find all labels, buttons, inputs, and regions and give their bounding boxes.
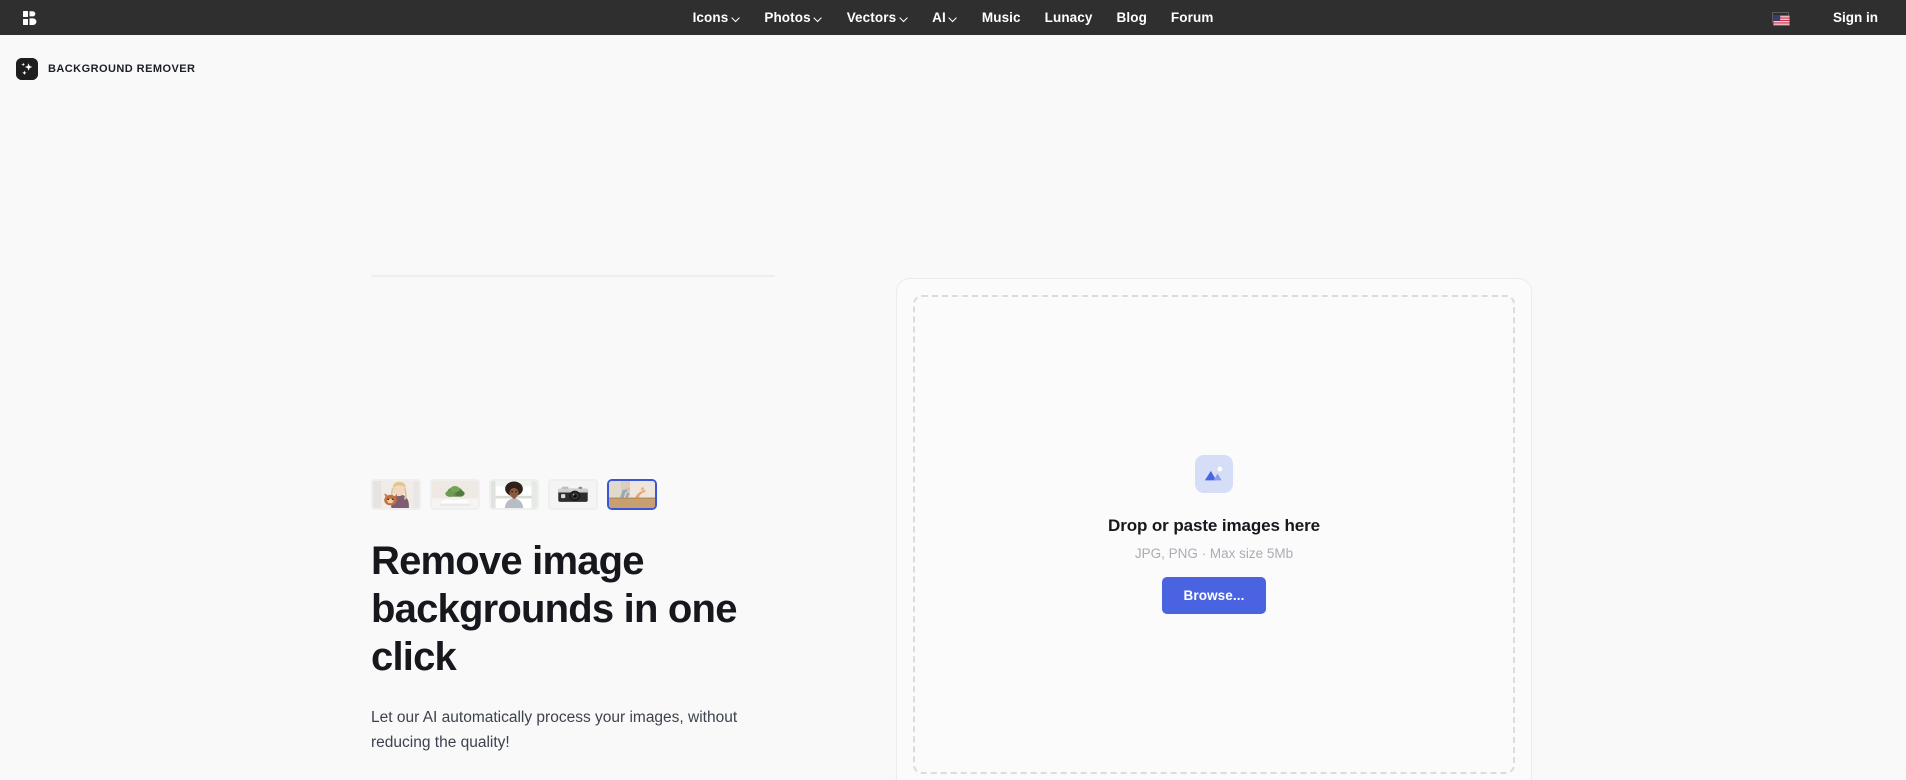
chevron-down-icon (815, 15, 823, 23)
nav-label: Vectors (846, 9, 897, 25)
hero-left-column: Remove image backgrounds in one click Le… (371, 275, 781, 755)
nav-label: Forum (1170, 9, 1214, 25)
nav-item-ai[interactable]: AI (932, 11, 958, 25)
nav-item-icons[interactable]: Icons (693, 11, 741, 25)
sample-thumbnail-plant-on-sneaker[interactable] (430, 479, 480, 510)
hero-subline: Let our AI automatically process your im… (371, 709, 738, 751)
chevron-down-icon (950, 15, 958, 23)
browse-button[interactable]: Browse... (1161, 577, 1267, 614)
nav-label: Lunacy (1044, 9, 1093, 25)
nav-item-lunacy[interactable]: Lunacy (1045, 11, 1093, 25)
nav-item-photos[interactable]: Photos (764, 11, 822, 25)
nav-right-group: Sign in (1772, 11, 1906, 26)
upload-card: Drop or paste images here JPG, PNG · Max… (896, 278, 1532, 780)
sample-thumbnail-woman-curly-hair[interactable] (489, 479, 539, 510)
dropzone-title: Drop or paste images here (1108, 516, 1320, 535)
page-title: BACKGROUND REMOVER (48, 62, 196, 75)
nav-item-vectors[interactable]: Vectors (847, 11, 908, 25)
sample-thumbnail-woman-holding-cat[interactable] (371, 479, 421, 510)
nav-label: Music (981, 9, 1021, 25)
sparkles-icon[interactable] (16, 57, 38, 80)
us-flag-icon[interactable] (1772, 12, 1790, 26)
chevron-down-icon (732, 15, 740, 23)
lunacy-logo-icon[interactable] (22, 10, 38, 26)
primary-nav-links: Icons Photos Vectors AI Music Lunacy Blo… (693, 11, 1214, 25)
sample-thumbnail-vintage-camera[interactable] (548, 479, 598, 510)
sample-thumbnail-yoga-pose[interactable] (607, 479, 657, 510)
top-navigation-bar: Icons Photos Vectors AI Music Lunacy Blo… (0, 0, 1906, 35)
nav-item-forum[interactable]: Forum (1171, 11, 1214, 25)
nav-label: AI (932, 9, 946, 25)
dropzone-hint: JPG, PNG · Max size 5Mb (1134, 546, 1294, 561)
dropzone[interactable]: Drop or paste images here JPG, PNG · Max… (913, 295, 1515, 774)
section-divider (371, 275, 775, 277)
nav-label: Photos (764, 9, 811, 25)
sample-image-thumbnails (371, 479, 781, 510)
hero-headline: Remove image backgrounds in one click (371, 539, 737, 679)
main-content: Remove image backgrounds in one click Le… (0, 85, 1906, 780)
sign-in-link[interactable]: Sign in (1833, 11, 1878, 25)
nav-item-music[interactable]: Music (982, 11, 1021, 25)
nav-label: Icons (692, 9, 729, 25)
product-header: BACKGROUND REMOVER (0, 35, 1906, 85)
image-placeholder-icon (1195, 455, 1233, 493)
chevron-down-icon (900, 15, 908, 23)
nav-item-blog[interactable]: Blog (1117, 11, 1147, 25)
nav-label: Blog (1116, 9, 1147, 25)
